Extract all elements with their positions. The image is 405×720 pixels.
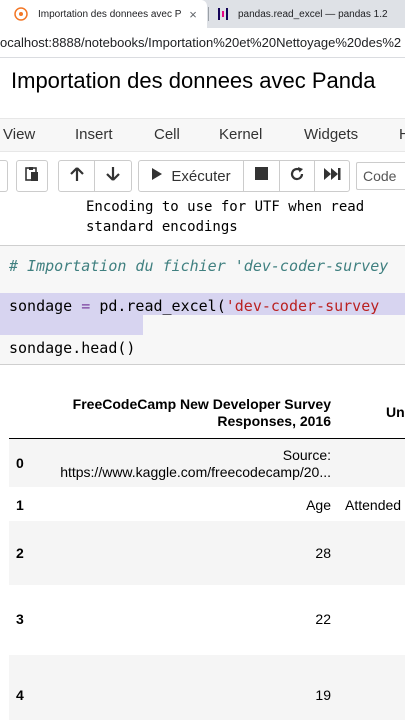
copy-cell-button[interactable]	[0, 160, 8, 192]
row-index: 1	[16, 497, 24, 513]
table-row: 0 Source: https://www.kaggle.com/freecod…	[9, 439, 405, 487]
code-variable: sondage	[9, 297, 73, 315]
row-index: 4	[16, 687, 24, 703]
close-tab-icon[interactable]: ×	[185, 7, 201, 22]
column-header-1: Un	[386, 404, 405, 420]
browser-tab-pandas-docs[interactable]: pandas.read_excel — pandas 1.2	[210, 0, 405, 28]
address-bar[interactable]: ocalhost:8888/notebooks/Importation%20et…	[0, 28, 405, 58]
table-cell: Source: https://www.kaggle.com/freecodec…	[60, 447, 331, 480]
play-icon	[151, 167, 163, 186]
menu-view[interactable]: View	[3, 126, 35, 143]
notebook-title[interactable]: Importation des donnees avec Panda	[11, 68, 375, 94]
menu-kernel[interactable]: Kernel	[219, 126, 262, 143]
notebook-toolbar: Exécuter Code	[0, 156, 405, 196]
table-row: 4 19	[9, 655, 405, 720]
restart-icon	[289, 166, 305, 187]
code-cell[interactable]: # Importation du fichier 'dev-coder-surv…	[0, 245, 405, 365]
arrow-up-icon	[69, 166, 84, 187]
table-cell: 22	[315, 611, 331, 627]
row-index: 0	[16, 455, 24, 471]
run-button[interactable]: Exécuter	[138, 160, 244, 192]
table-row: 2 28	[9, 521, 405, 585]
url-text[interactable]: ocalhost:8888/notebooks/Importation%20et…	[0, 35, 401, 50]
tab-title: Importation des donnees avec P	[38, 8, 182, 20]
table-row: 1 Age Attended	[9, 487, 405, 521]
move-down-button[interactable]	[94, 160, 132, 192]
pandas-icon	[216, 7, 230, 21]
browser-tab-notebook[interactable]: Importation des donnees avec P ×	[0, 0, 207, 28]
menu-cell[interactable]: Cell	[154, 126, 180, 143]
code-line-head: sondage.head()	[9, 339, 136, 357]
table-cell: 19	[315, 687, 331, 703]
menu-widgets[interactable]: Widgets	[304, 126, 358, 143]
run-label: Exécuter	[171, 167, 231, 185]
code-string: 'dev-coder-survey	[225, 297, 380, 315]
tab-separator	[208, 7, 209, 21]
help-line-2: standard encodings	[86, 219, 238, 234]
restart-kernel-button[interactable]	[279, 160, 315, 192]
menu-help[interactable]: H	[399, 126, 405, 143]
menu-bar: View Insert Cell Kernel Widgets H	[0, 118, 405, 152]
table-cell: Age	[306, 497, 331, 513]
selection-highlight-line-3	[0, 315, 143, 335]
paste-cell-button[interactable]	[16, 160, 48, 192]
fast-forward-icon	[323, 167, 341, 186]
table-row: 3 22	[9, 585, 405, 655]
move-up-button[interactable]	[58, 160, 95, 192]
interrupt-button[interactable]	[243, 160, 280, 192]
help-output: Encoding to use for UTF when read standa…	[0, 198, 405, 234]
code-call: pd.read_excel(	[99, 297, 226, 315]
code-line-read-excel: sondage = pd.read_excel('dev-coder-surve…	[9, 297, 379, 315]
browser-tab-strip: Importation des donnees avec P × pandas.…	[0, 0, 405, 28]
help-line-1: Encoding to use for UTF when read	[86, 199, 365, 215]
arrow-down-icon	[106, 166, 120, 187]
restart-run-all-button[interactable]	[314, 160, 350, 192]
cell-type-select[interactable]: Code	[356, 162, 405, 190]
column-header-0: FreeCodeCamp New Developer Survey Respon…	[72, 396, 331, 429]
table-cell: 28	[315, 545, 331, 561]
row-index: 3	[16, 611, 24, 627]
code-comment: # Importation du fichier 'dev-coder-surv…	[9, 257, 389, 275]
jupyter-icon	[14, 7, 28, 21]
code-operator: =	[72, 297, 100, 315]
row-index: 2	[16, 545, 24, 561]
stop-icon	[255, 167, 268, 185]
tab-title: pandas.read_excel — pandas 1.2	[238, 8, 388, 20]
table-cell: Attended	[345, 497, 402, 513]
menu-insert[interactable]: Insert	[75, 126, 113, 143]
paste-icon	[24, 166, 40, 187]
